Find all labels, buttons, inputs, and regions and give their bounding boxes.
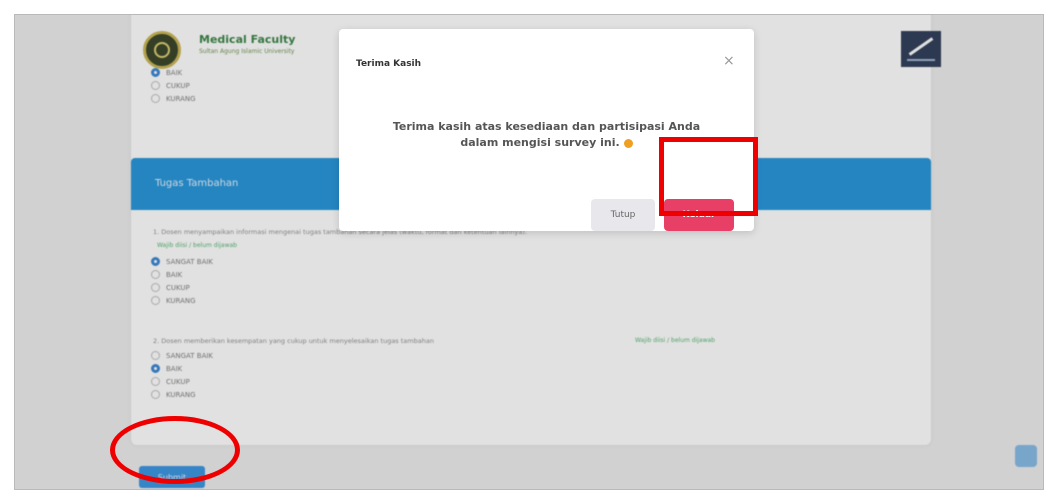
tutup-button[interactable]: Tutup	[591, 199, 655, 231]
smile-emoji-icon	[623, 138, 633, 148]
close-icon[interactable]: ×	[723, 53, 735, 69]
modal-title: Terima Kasih	[356, 59, 422, 69]
annotation-highlight-box	[659, 137, 758, 216]
annotation-highlight-circle	[110, 416, 240, 484]
modal-message-line-1: Terima kasih atas kesediaan dan partisip…	[392, 120, 701, 133]
modal-message-text: dalam mengisi survey ini.	[460, 136, 620, 149]
